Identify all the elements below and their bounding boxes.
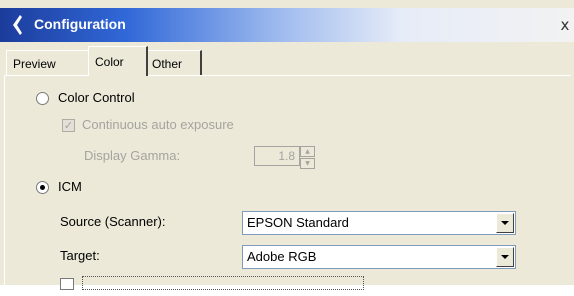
chevron-down-icon[interactable] <box>496 213 514 233</box>
configuration-dialog: Configuration x Preview Color Other Colo… <box>0 0 574 296</box>
continuous-auto-exposure-checkbox[interactable]: ✓ <box>62 119 75 132</box>
display-gamma-input[interactable]: 1.8 <box>254 146 300 166</box>
continuous-auto-exposure-label: Continuous auto exposure <box>82 117 234 132</box>
source-scanner-value: EPSON Standard <box>247 215 349 230</box>
window-title: Configuration <box>34 16 126 32</box>
target-label: Target: <box>60 248 100 263</box>
display-gamma-label: Display Gamma: <box>84 148 181 163</box>
close-icon[interactable]: x <box>558 17 572 33</box>
tab-color[interactable]: Color <box>88 46 148 76</box>
bottom-checkbox[interactable] <box>60 278 74 290</box>
source-scanner-select[interactable]: EPSON Standard <box>242 211 516 235</box>
source-scanner-label: Source (Scanner): <box>60 214 166 229</box>
spin-up-icon[interactable]: ▲ <box>300 146 315 157</box>
bottom-focus-box <box>82 276 364 290</box>
app-icon <box>13 15 22 35</box>
icm-radio[interactable] <box>36 181 49 194</box>
icm-label[interactable]: ICM <box>58 179 82 194</box>
chevron-down-icon[interactable] <box>496 247 514 267</box>
target-select[interactable]: Adobe RGB <box>242 245 516 269</box>
title-bar[interactable]: Configuration x <box>0 8 574 42</box>
color-control-label[interactable]: Color Control <box>58 90 135 105</box>
color-control-radio[interactable] <box>36 92 49 105</box>
tab-preview[interactable]: Preview <box>6 50 90 76</box>
target-value: Adobe RGB <box>247 249 317 264</box>
tab-other[interactable]: Other <box>146 50 202 76</box>
spin-down-icon[interactable]: ▼ <box>300 158 315 169</box>
display-gamma-spinner[interactable]: ▲ ▼ <box>300 146 315 169</box>
